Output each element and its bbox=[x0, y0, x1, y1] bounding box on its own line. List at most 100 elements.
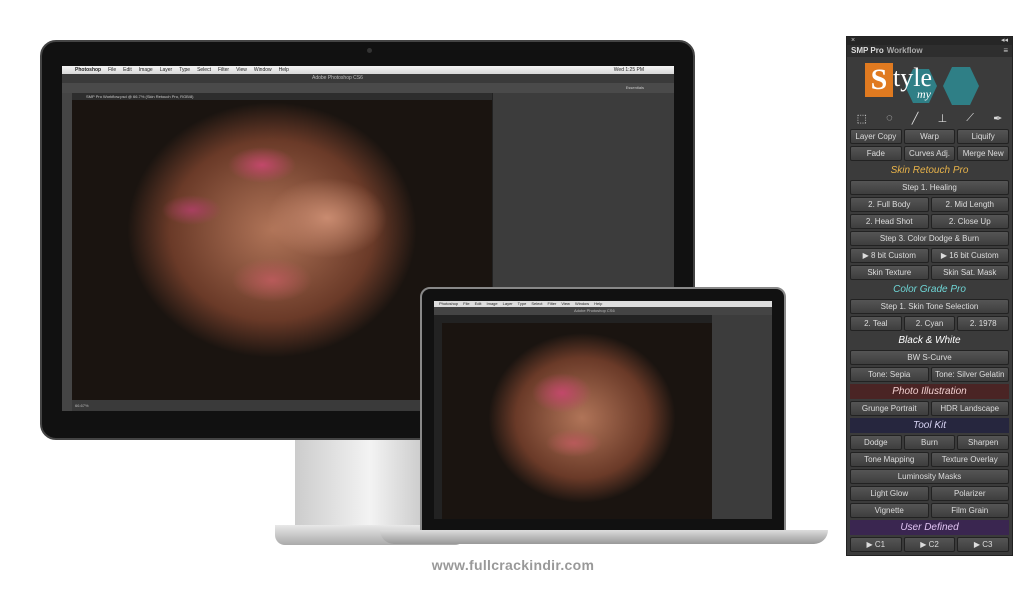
menu-select[interactable]: Select bbox=[197, 67, 211, 73]
tone-sepia-button[interactable]: Tone: Sepia bbox=[850, 367, 929, 382]
workspace-select[interactable]: Essentials bbox=[626, 83, 644, 93]
button-row: Luminosity Masks bbox=[850, 469, 1009, 484]
button-row: Layer Copy Warp Liquify bbox=[850, 129, 1010, 144]
laptop: Photoshop File Edit Image Layer Type Select Fil… bbox=[420, 287, 786, 532]
grunge-portrait-button[interactable]: Grunge Portrait bbox=[850, 401, 929, 416]
collapse-icon[interactable]: ◂◂ bbox=[1001, 37, 1008, 45]
button-row: 2. Teal 2. Cyan 2. 1978 bbox=[850, 316, 1010, 331]
stamp-icon[interactable]: ⊥ bbox=[938, 112, 948, 125]
tools-panel bbox=[62, 93, 72, 411]
tone-mapping-button[interactable]: Tone Mapping bbox=[850, 452, 929, 467]
step-1-skin-tone-selection-button[interactable]: Step 1. Skin Tone Selection bbox=[850, 299, 1009, 314]
close-icon[interactable]: × bbox=[851, 37, 855, 45]
style-my-logo: Style my bbox=[847, 57, 1012, 109]
hdr-landscape-button[interactable]: HDR Landscape bbox=[930, 401, 1009, 416]
menu-type[interactable]: Type bbox=[179, 67, 190, 73]
section-header: Photo Illustration bbox=[850, 384, 1009, 399]
c2-button[interactable]: ▶ C2 bbox=[903, 537, 956, 552]
eyedropper-icon[interactable]: ⟋ bbox=[966, 112, 974, 125]
document-tab[interactable]: SMP Pro Workflow.psd @ 66.7% (Skin Retou… bbox=[72, 93, 492, 100]
button-row: 2. Head Shot 2. Close Up bbox=[850, 214, 1009, 229]
2-mid-length-button[interactable]: 2. Mid Length bbox=[930, 197, 1009, 212]
lasso-icon[interactable]: ◌ bbox=[886, 112, 893, 124]
panel-title-suffix: Workflow bbox=[886, 46, 923, 55]
burn-button[interactable]: Burn bbox=[903, 435, 956, 450]
film-grain-button[interactable]: Film Grain bbox=[930, 503, 1009, 518]
tool-icons: ⬚ ◌ ╱ ⊥ ⟋ ✒ bbox=[847, 109, 1012, 127]
16-bit-custom-button[interactable]: ▶ 16 bit Custom bbox=[930, 248, 1009, 263]
action-buttons: Layer Copy Warp Liquify Fade Curves Adj. Merg… bbox=[847, 127, 1012, 554]
2-full-body-button[interactable]: 2. Full Body bbox=[850, 197, 929, 212]
button-row: Step 3. Color Dodge & Burn bbox=[850, 231, 1009, 246]
logo-hexagon bbox=[943, 67, 979, 105]
section-header: Color Grade Pro bbox=[893, 284, 966, 295]
luminosity-masks-button[interactable]: Luminosity Masks bbox=[850, 469, 1009, 484]
c3-button[interactable]: ▶ C3 bbox=[957, 537, 1010, 552]
8-bit-custom-button[interactable]: ▶ 8 bit Custom bbox=[850, 248, 929, 263]
brush-icon[interactable]: ╱ bbox=[912, 112, 919, 125]
button-row: ▶ 8 bit Custom ▶ 16 bit Custom bbox=[850, 248, 1009, 263]
laptop-portrait-photo bbox=[442, 323, 712, 519]
button-row: Vignette Film Grain bbox=[850, 503, 1009, 518]
2-head-shot-button[interactable]: 2. Head Shot bbox=[850, 214, 929, 229]
button-row: Tone: Sepia Tone: Silver Gelatin bbox=[850, 367, 1009, 382]
laptop-screen: Photoshop File Edit Image Layer Type Select Fil… bbox=[434, 301, 772, 519]
button-row: ▶ C1 ▶ C2 ▶ C3 bbox=[850, 537, 1010, 552]
c1-button[interactable]: ▶ C1 bbox=[850, 537, 902, 552]
tone-silver-gelatin-button[interactable]: Tone: Silver Gelatin bbox=[930, 367, 1009, 382]
mac-menubar: Photoshop File Edit Image Layer Type Select Fil… bbox=[62, 66, 674, 74]
vignette-button[interactable]: Vignette bbox=[850, 503, 929, 518]
step-1-healing-button[interactable]: Step 1. Healing bbox=[850, 180, 1009, 195]
smp-pro-workflow-panel: × ◂◂ SMP Pro Workflow ≡ Style my ⬚ ◌ ╱ ⊥ ⟋ ✒ Laye… bbox=[846, 36, 1013, 556]
panel-menu-icon[interactable]: ≡ bbox=[1003, 45, 1012, 57]
button-row: 2. Full Body 2. Mid Length bbox=[850, 197, 1009, 212]
button-row: Skin Texture Skin Sat. Mask bbox=[850, 265, 1009, 280]
pen-icon[interactable]: ✒ bbox=[993, 112, 1002, 125]
button-row: Tone Mapping Texture Overlay bbox=[850, 452, 1009, 467]
section-header: Tool Kit bbox=[850, 418, 1009, 433]
button-row: Grunge Portrait HDR Landscape bbox=[850, 401, 1009, 416]
fade-button[interactable]: Fade bbox=[850, 146, 902, 161]
liquify-button[interactable]: Liquify bbox=[957, 129, 1010, 144]
2-teal-button[interactable]: 2. Teal bbox=[850, 316, 902, 331]
button-row: Step 1. Skin Tone Selection bbox=[850, 299, 1009, 314]
menu-file[interactable]: File bbox=[108, 67, 116, 73]
menu-help[interactable]: Help bbox=[279, 67, 289, 73]
merge-new-button[interactable]: Merge New bbox=[957, 146, 1010, 161]
camera bbox=[367, 48, 372, 53]
skin-texture-button[interactable]: Skin Texture bbox=[850, 265, 929, 280]
2-close-up-button[interactable]: 2. Close Up bbox=[930, 214, 1009, 229]
layer-copy-button[interactable]: Layer Copy bbox=[850, 129, 902, 144]
light-glow-button[interactable]: Light Glow bbox=[850, 486, 929, 501]
bw-s-curve-button[interactable]: BW S-Curve bbox=[850, 350, 1009, 365]
step-3-color-dodge-burn-button[interactable]: Step 3. Color Dodge & Burn bbox=[850, 231, 1009, 246]
curves-adj-button[interactable]: Curves Adj. bbox=[903, 146, 956, 161]
app-title: Adobe Photoshop CS6 bbox=[62, 74, 674, 83]
menu-layer[interactable]: Layer bbox=[160, 67, 173, 73]
dodge-button[interactable]: Dodge bbox=[850, 435, 902, 450]
sharpen-button[interactable]: Sharpen bbox=[957, 435, 1010, 450]
menu-window[interactable]: Window bbox=[254, 67, 272, 73]
button-row: Dodge Burn Sharpen bbox=[850, 435, 1010, 450]
button-row: Light Glow Polarizer bbox=[850, 486, 1009, 501]
clock: Wed 1:25 PM bbox=[613, 67, 644, 73]
menu-photoshop[interactable]: Photoshop bbox=[75, 67, 101, 73]
laptop-side-panels bbox=[712, 315, 772, 519]
section-header: Black & White bbox=[898, 335, 961, 346]
button-row: Step 1. Healing bbox=[850, 180, 1009, 195]
section-header: User Defined bbox=[850, 520, 1009, 535]
menu-view[interactable]: View bbox=[236, 67, 247, 73]
marquee-icon[interactable]: ⬚ bbox=[857, 112, 867, 125]
skin-sat-mask-button[interactable]: Skin Sat. Mask bbox=[930, 265, 1009, 280]
menu-edit[interactable]: Edit bbox=[123, 67, 132, 73]
button-row: Fade Curves Adj. Merge New bbox=[850, 146, 1010, 161]
warp-button[interactable]: Warp bbox=[903, 129, 956, 144]
menu-filter[interactable]: Filter bbox=[218, 67, 229, 73]
section-header: Skin Retouch Pro bbox=[890, 165, 969, 176]
texture-overlay-button[interactable]: Texture Overlay bbox=[930, 452, 1009, 467]
2-1978-button[interactable]: 2. 1978 bbox=[957, 316, 1010, 331]
2-cyan-button[interactable]: 2. Cyan bbox=[903, 316, 956, 331]
menu-image[interactable]: Image bbox=[139, 67, 153, 73]
panel-title[interactable]: SMP Pro bbox=[851, 45, 884, 57]
polarizer-button[interactable]: Polarizer bbox=[930, 486, 1009, 501]
